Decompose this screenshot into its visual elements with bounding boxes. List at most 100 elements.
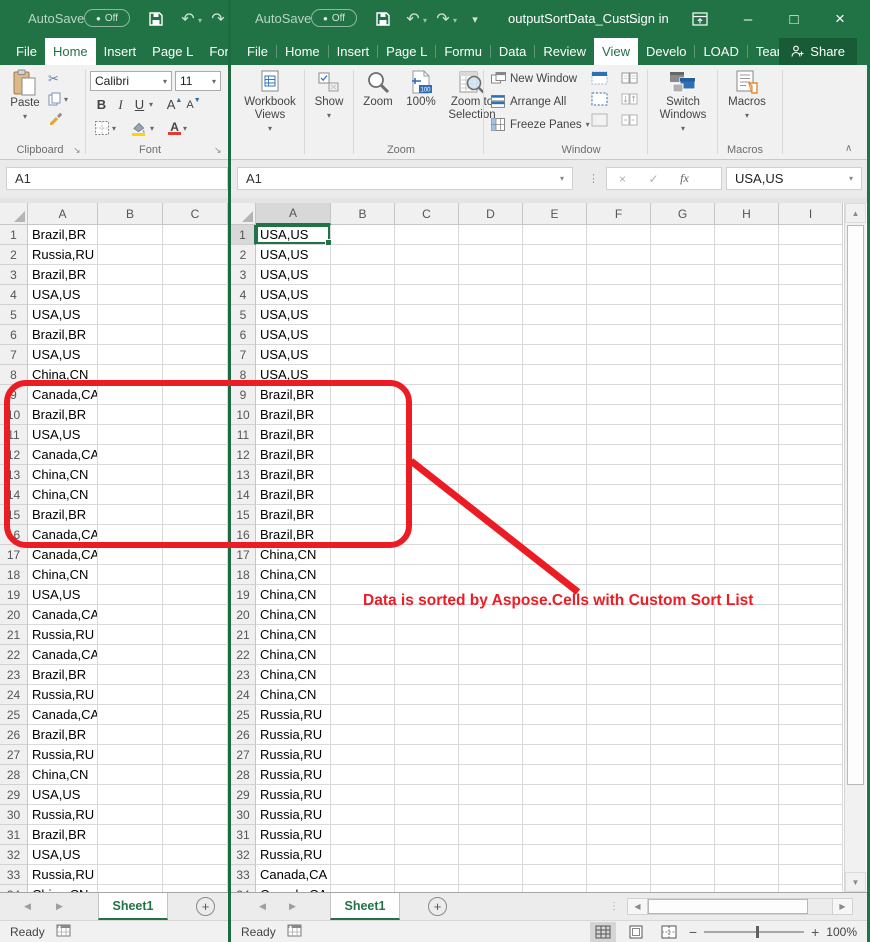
cell-c1[interactable] [395, 225, 459, 245]
cell-h10[interactable] [715, 405, 779, 425]
cell-c25[interactable] [163, 705, 228, 725]
insert-function-icon[interactable]: fx [669, 171, 700, 186]
cell-b26[interactable] [331, 725, 395, 745]
sheet-tab-sheet1[interactable]: Sheet1 [98, 893, 168, 920]
cell-d29[interactable] [459, 785, 523, 805]
cell-a30[interactable]: Russia,RU [28, 805, 98, 825]
cell-e22[interactable] [523, 645, 587, 665]
ribbon-tab-load[interactable]: LOAD [695, 38, 746, 65]
row-header-2[interactable]: 2 [0, 245, 28, 265]
cell-i21[interactable] [779, 625, 843, 645]
cell-i4[interactable] [779, 285, 843, 305]
row-header-19[interactable]: 19 [231, 585, 256, 605]
autosave-toggle[interactable]: ● Off [84, 9, 130, 27]
cell-d31[interactable] [459, 825, 523, 845]
cell-f27[interactable] [587, 745, 651, 765]
cell-e3[interactable] [523, 265, 587, 285]
reset-window-position-button[interactable] [621, 113, 638, 127]
cell-b12[interactable] [98, 445, 163, 465]
cell-f34[interactable] [587, 885, 651, 892]
normal-view-button[interactable] [590, 922, 616, 942]
cell-f4[interactable] [587, 285, 651, 305]
cell-c26[interactable] [163, 725, 228, 745]
ribbon-tab-insert[interactable]: Insert [329, 38, 378, 65]
cell-h23[interactable] [715, 665, 779, 685]
row-header-25[interactable]: 25 [0, 705, 28, 725]
cell-a1[interactable]: USA,US [256, 225, 331, 245]
cell-h9[interactable] [715, 385, 779, 405]
cell-a11[interactable]: USA,US [28, 425, 98, 445]
cell-a3[interactable]: USA,US [256, 265, 331, 285]
row-header-4[interactable]: 4 [0, 285, 28, 305]
ribbon-tab-page-l[interactable]: Page L [378, 38, 435, 65]
cell-a22[interactable]: Canada,CA [28, 645, 98, 665]
cell-b6[interactable] [331, 325, 395, 345]
cell-a11[interactable]: Brazil,BR [256, 425, 331, 445]
cell-a10[interactable]: Brazil,BR [28, 405, 98, 425]
cell-f26[interactable] [587, 725, 651, 745]
cell-a34[interactable]: Canada,CA [256, 885, 331, 892]
cell-a12[interactable]: Brazil,BR [256, 445, 331, 465]
cell-a13[interactable]: Brazil,BR [256, 465, 331, 485]
row-header-23[interactable]: 23 [0, 665, 28, 685]
cell-a8[interactable]: China,CN [28, 365, 98, 385]
cell-c28[interactable] [395, 765, 459, 785]
cell-c12[interactable] [163, 445, 228, 465]
cell-e31[interactable] [523, 825, 587, 845]
tab-scroll-splitter-icon[interactable]: ⋮ [609, 901, 619, 912]
cell-a21[interactable]: Russia,RU [28, 625, 98, 645]
cell-d12[interactable] [459, 445, 523, 465]
cell-c10[interactable] [163, 405, 228, 425]
cell-i8[interactable] [779, 365, 843, 385]
cell-h16[interactable] [715, 525, 779, 545]
undo-dropdown-icon[interactable]: ▾ [198, 16, 202, 25]
cell-a5[interactable]: USA,US [28, 305, 98, 325]
cell-a7[interactable]: USA,US [256, 345, 331, 365]
row-header-13[interactable]: 13 [231, 465, 256, 485]
cell-d20[interactable] [459, 605, 523, 625]
cell-b24[interactable] [331, 685, 395, 705]
cell-c20[interactable] [163, 605, 228, 625]
cell-c26[interactable] [395, 725, 459, 745]
cell-c11[interactable] [163, 425, 228, 445]
cell-g6[interactable] [651, 325, 715, 345]
row-header-33[interactable]: 33 [0, 865, 28, 885]
cell-i31[interactable] [779, 825, 843, 845]
cell-c21[interactable] [395, 625, 459, 645]
row-header-23[interactable]: 23 [231, 665, 256, 685]
ribbon-tab-file[interactable]: File [239, 38, 276, 65]
cell-c28[interactable] [163, 765, 228, 785]
cell-a8[interactable]: USA,US [256, 365, 331, 385]
cell-g2[interactable] [651, 245, 715, 265]
cell-a24[interactable]: Russia,RU [28, 685, 98, 705]
cell-b22[interactable] [331, 645, 395, 665]
cell-d9[interactable] [459, 385, 523, 405]
cell-e14[interactable] [523, 485, 587, 505]
cell-e27[interactable] [523, 745, 587, 765]
cell-c24[interactable] [163, 685, 228, 705]
column-header-a[interactable]: A [256, 203, 331, 225]
font-color-button[interactable]: A [168, 122, 181, 135]
row-header-24[interactable]: 24 [0, 685, 28, 705]
cell-d7[interactable] [459, 345, 523, 365]
cell-b7[interactable] [331, 345, 395, 365]
row-header-18[interactable]: 18 [0, 565, 28, 585]
cell-b24[interactable] [98, 685, 163, 705]
cell-f16[interactable] [587, 525, 651, 545]
row-header-31[interactable]: 31 [0, 825, 28, 845]
cell-b13[interactable] [331, 465, 395, 485]
cell-d5[interactable] [459, 305, 523, 325]
cell-g23[interactable] [651, 665, 715, 685]
formula-bar-dots-icon[interactable]: ⋮ [588, 172, 599, 185]
cell-c19[interactable] [163, 585, 228, 605]
cell-h17[interactable] [715, 545, 779, 565]
row-header-21[interactable]: 21 [0, 625, 28, 645]
cell-a9[interactable]: Canada,CA [28, 385, 98, 405]
cell-c18[interactable] [163, 565, 228, 585]
cell-d18[interactable] [459, 565, 523, 585]
cell-g18[interactable] [651, 565, 715, 585]
cell-d3[interactable] [459, 265, 523, 285]
collapse-ribbon-icon[interactable]: ∧ [845, 143, 852, 154]
cell-i17[interactable] [779, 545, 843, 565]
select-all-corner[interactable] [0, 203, 28, 225]
